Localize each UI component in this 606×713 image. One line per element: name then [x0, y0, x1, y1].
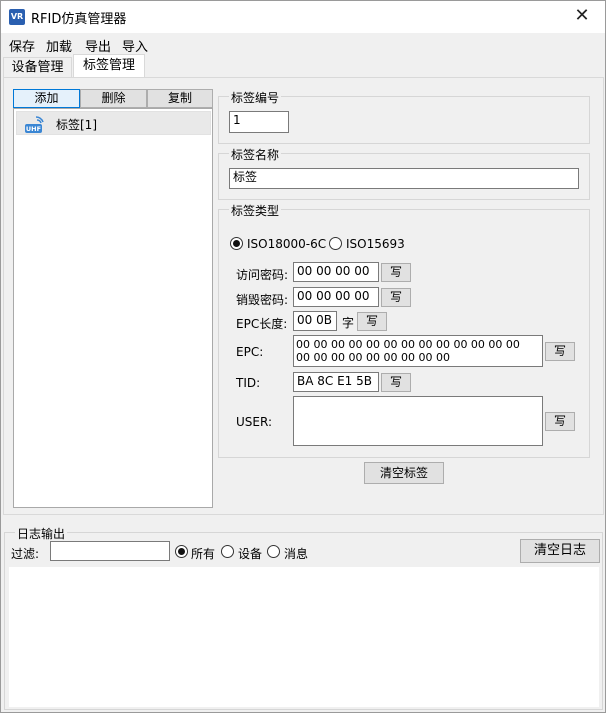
- add-tag-button[interactable]: 添加: [13, 89, 80, 108]
- kill-password-field[interactable]: 00 00 00 00: [293, 287, 379, 307]
- window-title: RFID仿真管理器: [31, 12, 127, 27]
- tab-tag-management[interactable]: 标签管理: [73, 54, 145, 78]
- log-output-legend: 日志输出: [15, 525, 68, 542]
- tag-name-field[interactable]: 标签: [229, 168, 579, 189]
- epc-label: EPC:: [236, 345, 264, 359]
- tag-type-legend: 标签类型: [229, 202, 282, 219]
- filter-message-label: 消息: [284, 547, 309, 561]
- iso15693-radio[interactable]: [329, 237, 342, 250]
- clear-tags-button[interactable]: 清空标签: [364, 462, 444, 484]
- menu-import[interactable]: 导入: [122, 36, 148, 55]
- tag-number-legend: 标签编号: [229, 89, 282, 106]
- log-text-area[interactable]: [9, 567, 599, 707]
- list-item-label: 标签[1]: [56, 118, 97, 132]
- access-password-label: 访问密码:: [236, 268, 289, 282]
- tag-list[interactable]: UHF 标签[1]: [13, 108, 213, 508]
- filter-device-radio[interactable]: [221, 545, 234, 558]
- list-item[interactable]: UHF 标签[1]: [16, 111, 211, 135]
- title-bar: VR RFID仿真管理器 ✕: [1, 1, 605, 33]
- epc-length-label: EPC长度:: [236, 317, 288, 331]
- uhf-tag-icon: UHF: [25, 116, 44, 133]
- filter-device-label: 设备: [238, 547, 263, 561]
- tag-number-field[interactable]: 1: [229, 111, 289, 133]
- iso18000-label: ISO18000-6C: [247, 237, 327, 251]
- menu-bar: 保存 加载 导出 导入: [1, 33, 605, 55]
- tab-device-management[interactable]: 设备管理: [3, 57, 72, 78]
- epc-length-unit: 字: [342, 316, 355, 330]
- write-epc-button[interactable]: 写: [545, 342, 575, 361]
- clear-log-button[interactable]: 清空日志: [520, 539, 600, 563]
- epc-length-field[interactable]: 00 0B: [293, 311, 337, 331]
- filter-input[interactable]: [50, 541, 170, 561]
- close-icon: ✕: [574, 5, 590, 26]
- filter-all-label: 所有: [191, 547, 216, 561]
- iso15693-label: ISO15693: [346, 237, 405, 251]
- access-password-field[interactable]: 00 00 00 00: [293, 262, 379, 282]
- app-window: VR RFID仿真管理器 ✕ 保存 加载 导出 导入 设备管理 标签管理 添加 …: [0, 0, 606, 713]
- write-kill-password-button[interactable]: 写: [381, 288, 411, 307]
- epc-field[interactable]: 00 00 00 00 00 00 00 00 00 00 00 00 00 0…: [293, 335, 543, 367]
- close-window-button[interactable]: ✕: [559, 1, 605, 33]
- iso18000-radio[interactable]: [230, 237, 243, 250]
- copy-tag-button[interactable]: 复制: [147, 89, 213, 108]
- tag-name-legend: 标签名称: [229, 146, 282, 163]
- write-user-button[interactable]: 写: [545, 412, 575, 431]
- write-tid-button[interactable]: 写: [381, 373, 411, 392]
- write-access-password-button[interactable]: 写: [381, 263, 411, 282]
- user-field[interactable]: [293, 396, 543, 446]
- tid-label: TID:: [236, 376, 261, 390]
- user-label: USER:: [236, 415, 272, 429]
- filter-label: 过滤:: [11, 547, 40, 561]
- app-logo-icon: VR: [9, 9, 25, 25]
- menu-export[interactable]: 导出: [85, 36, 111, 55]
- menu-save[interactable]: 保存: [9, 36, 35, 55]
- delete-tag-button[interactable]: 删除: [80, 89, 147, 108]
- filter-all-radio[interactable]: [175, 545, 188, 558]
- write-epc-length-button[interactable]: 写: [357, 312, 387, 331]
- kill-password-label: 销毁密码:: [236, 293, 289, 307]
- filter-message-radio[interactable]: [267, 545, 280, 558]
- svg-text:UHF: UHF: [26, 125, 41, 133]
- tid-field[interactable]: BA 8C E1 5B: [293, 372, 379, 392]
- menu-load[interactable]: 加载: [46, 36, 72, 55]
